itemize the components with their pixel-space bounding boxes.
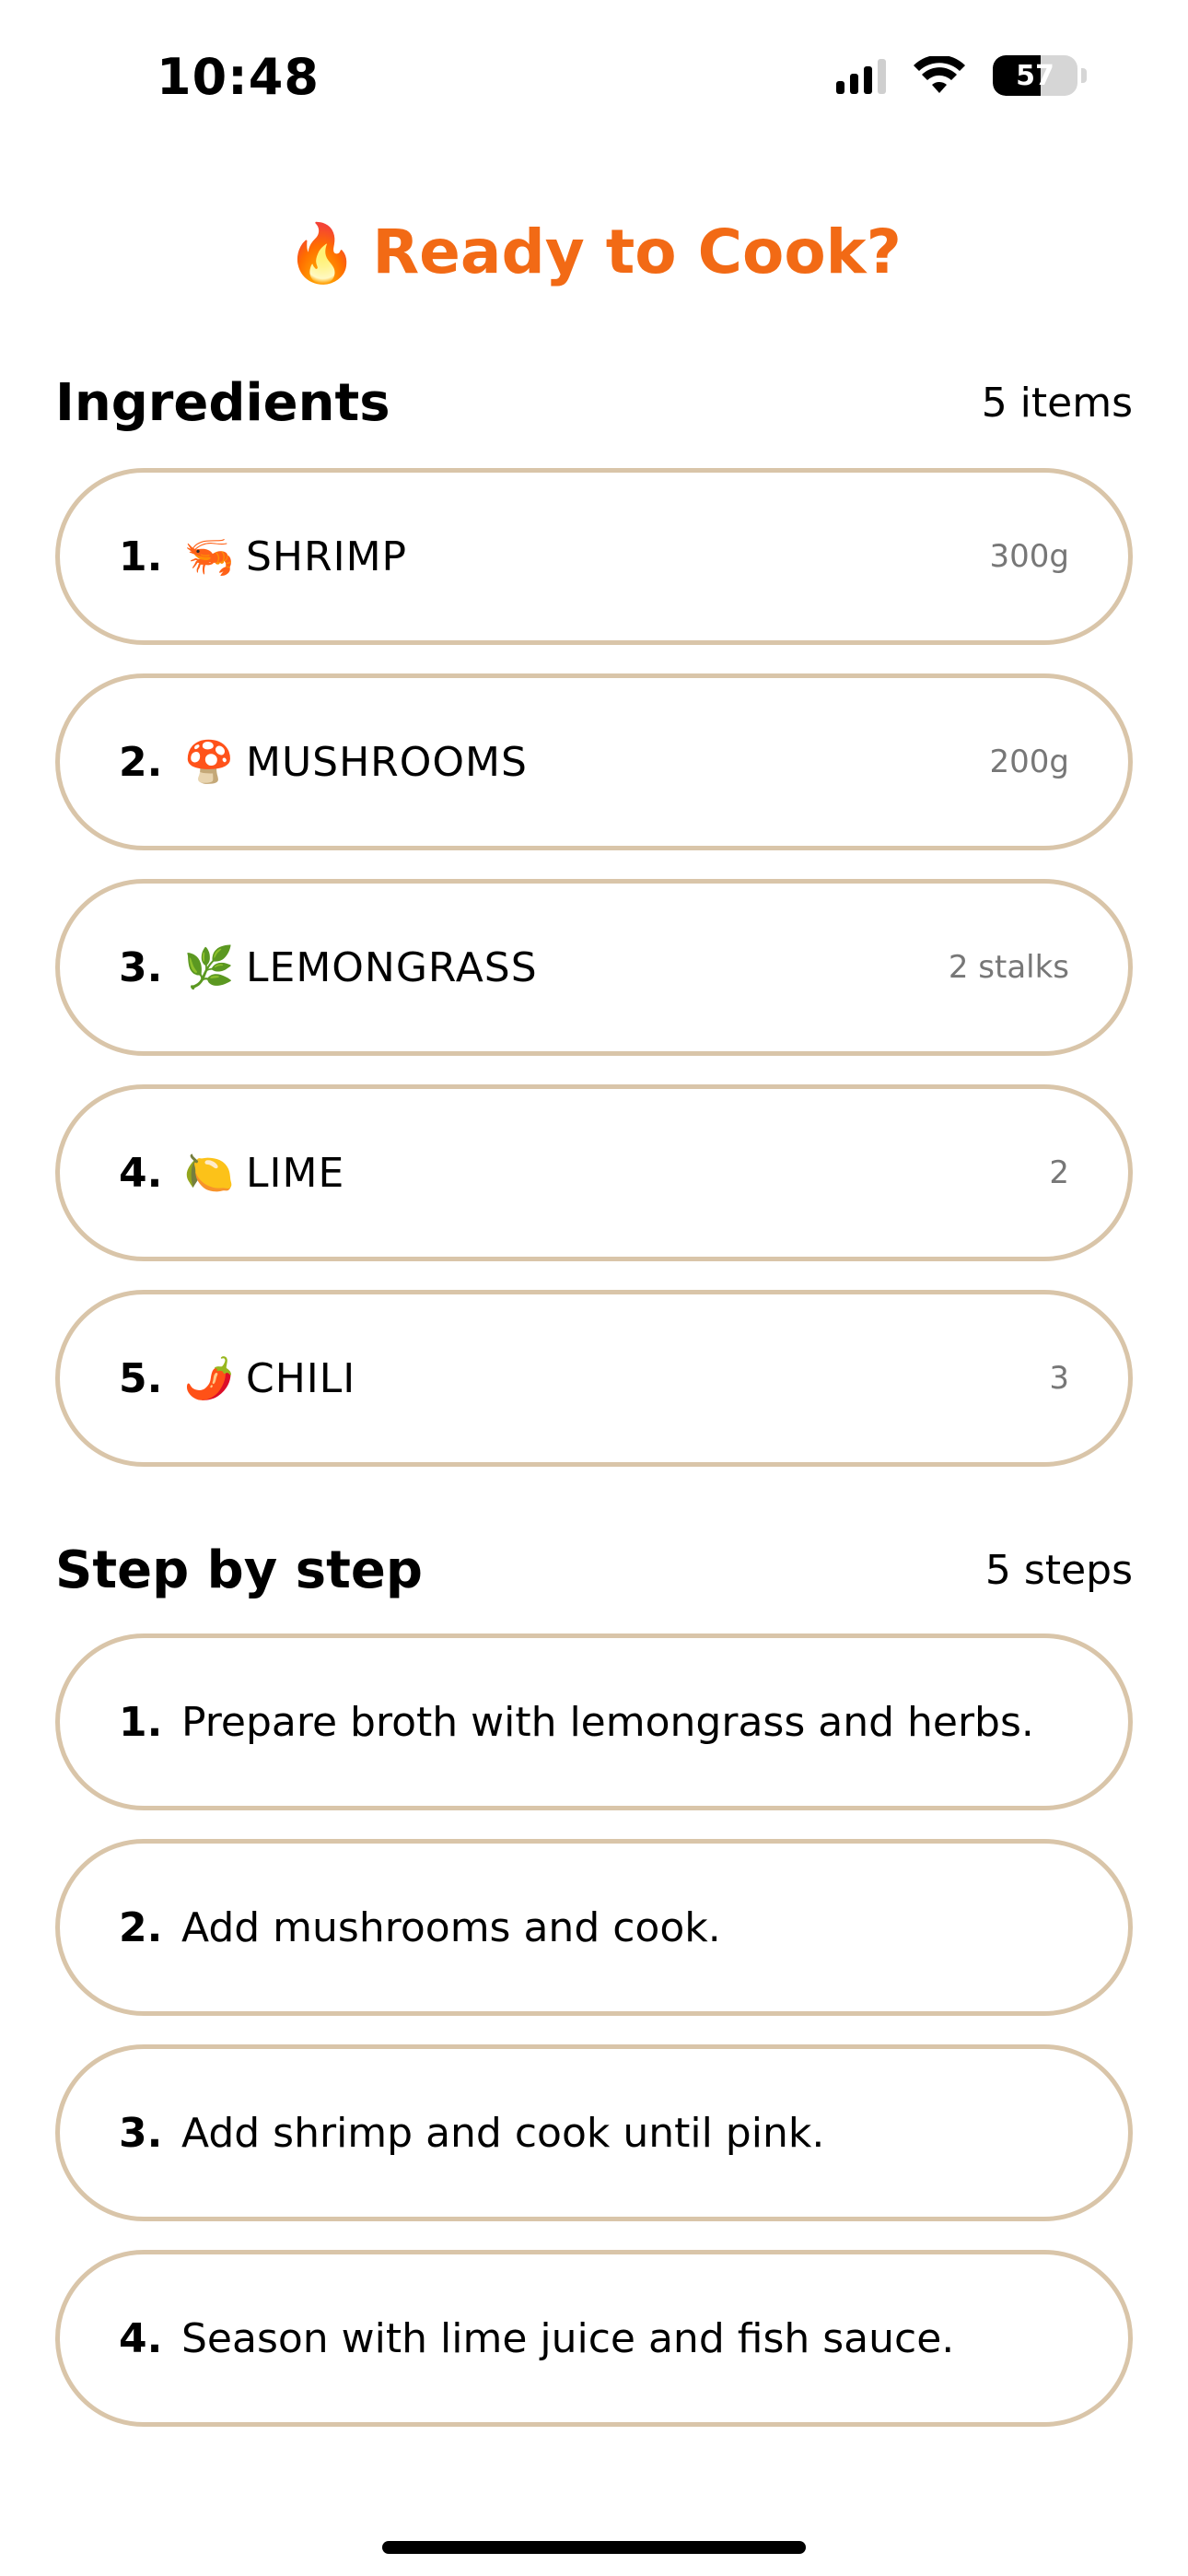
step-number: 1. — [119, 1698, 163, 1746]
ingredient-number: 4. — [119, 1149, 163, 1197]
ingredient-name: CHILI — [246, 1354, 356, 1402]
ingredient-item-lemongrass[interactable]: 3. 🌿 LEMONGRASS 2 stalks — [55, 879, 1133, 1056]
battery-tip — [1081, 68, 1087, 83]
steps-heading: Step by step — [55, 1540, 423, 1600]
cellular-signal-icon — [836, 57, 886, 94]
steps-header: Step by step 5 steps — [55, 1540, 1133, 1600]
step-item[interactable]: 3. Add shrimp and cook until pink. — [55, 2044, 1133, 2221]
ingredient-item-mushrooms[interactable]: 2. 🍄 MUSHROOMS 200g — [55, 673, 1133, 850]
ingredients-heading: Ingredients — [55, 373, 390, 433]
step-item[interactable]: 4. Season with lime juice and fish sauce… — [55, 2250, 1133, 2427]
battery-level: 57 — [1016, 59, 1054, 92]
battery-icon: 57 — [993, 55, 1077, 96]
ingredient-name: LIME — [246, 1149, 345, 1197]
step-text: Season with lime juice and fish sauce. — [181, 2314, 955, 2362]
wifi-icon — [914, 56, 965, 93]
herb-icon: 🌿 — [183, 944, 235, 991]
step-text: Add mushrooms and cook. — [181, 1903, 721, 1951]
ingredient-quantity: 2 stalks — [948, 949, 1069, 986]
ingredient-quantity: 300g — [989, 538, 1069, 575]
status-bar: 10:48 57 — [0, 0, 1188, 157]
ingredients-header: Ingredients 5 items — [55, 373, 1133, 433]
lemon-icon: 🍋 — [183, 1150, 235, 1197]
ingredient-number: 5. — [119, 1354, 163, 1402]
ingredient-number: 2. — [119, 738, 163, 786]
mushroom-icon: 🍄 — [183, 739, 235, 786]
step-number: 2. — [119, 1903, 163, 1951]
status-icons: 57 — [836, 55, 1087, 96]
ingredient-number: 1. — [119, 533, 163, 580]
steps-count: 5 steps — [984, 1547, 1133, 1594]
ingredient-name: SHRIMP — [246, 533, 408, 580]
page-title-text: Ready to Cook? — [372, 217, 902, 287]
page-title: 🔥 Ready to Cook? — [0, 217, 1188, 287]
chili-pepper-icon: 🌶️ — [183, 1355, 235, 1402]
step-number: 4. — [119, 2314, 163, 2362]
ingredients-count: 5 items — [981, 380, 1133, 427]
status-time: 10:48 — [157, 48, 320, 106]
step-number: 3. — [119, 2109, 163, 2157]
ingredient-quantity: 200g — [989, 744, 1069, 780]
ingredient-name: MUSHROOMS — [246, 738, 528, 786]
shrimp-icon: 🦐 — [183, 533, 235, 580]
ingredient-quantity: 3 — [1049, 1360, 1069, 1397]
step-text: Prepare broth with lemongrass and herbs. — [181, 1698, 1034, 1746]
ingredient-quantity: 2 — [1049, 1154, 1069, 1191]
home-indicator[interactable] — [382, 2541, 806, 2554]
ingredient-item-lime[interactable]: 4. 🍋 LIME 2 — [55, 1084, 1133, 1261]
step-text: Add shrimp and cook until pink. — [181, 2109, 825, 2157]
ingredient-name: LEMONGRASS — [246, 943, 538, 991]
step-item[interactable]: 1. Prepare broth with lemongrass and her… — [55, 1633, 1133, 1810]
ingredient-item-chili[interactable]: 5. 🌶️ CHILI 3 — [55, 1290, 1133, 1467]
step-item[interactable]: 2. Add mushrooms and cook. — [55, 1839, 1133, 2016]
fire-icon: 🔥 — [286, 219, 358, 287]
ingredient-number: 3. — [119, 943, 163, 991]
ingredient-item-shrimp[interactable]: 1. 🦐 SHRIMP 300g — [55, 468, 1133, 645]
